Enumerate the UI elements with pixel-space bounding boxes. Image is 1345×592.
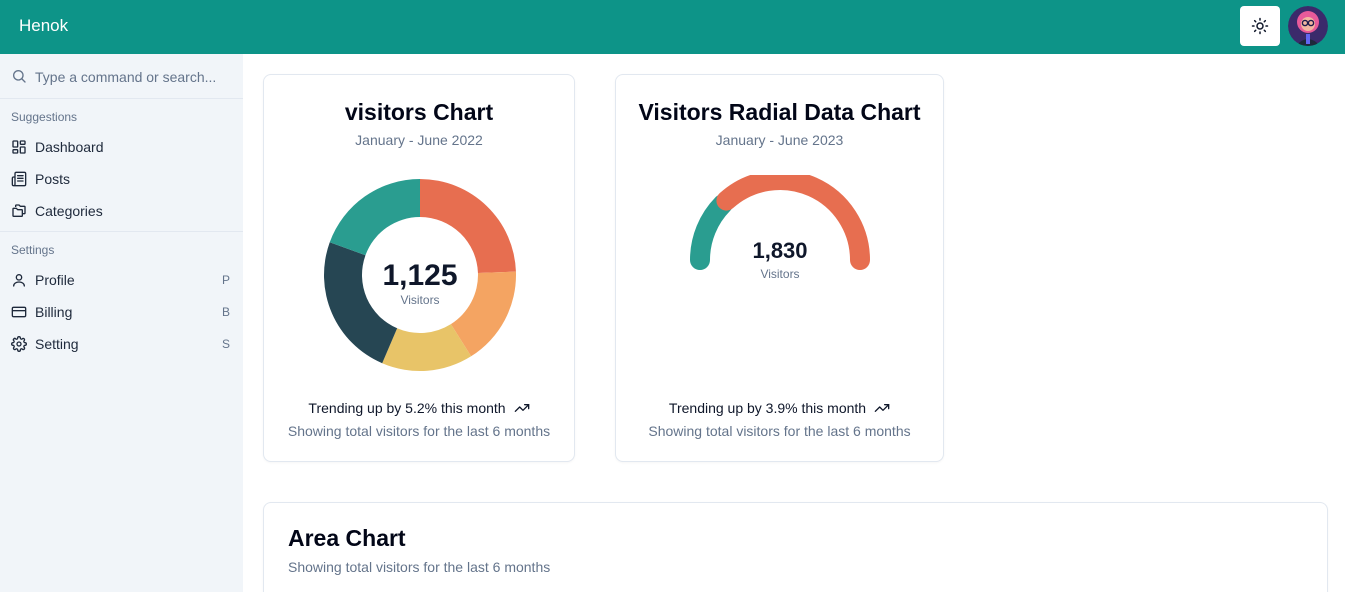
donut-chart: 1,125 Visitors xyxy=(324,179,516,371)
command-search xyxy=(0,54,243,99)
card-title: Area Chart xyxy=(288,525,406,551)
visitors-radial-card: Visitors Radial Data Chart January - Jun… xyxy=(615,74,944,462)
card-subtitle: January - June 2022 xyxy=(355,132,483,148)
sidebar-item-label: Dashboard xyxy=(35,139,104,155)
search-icon xyxy=(13,70,26,83)
radial-chart: 1,830 Visitors xyxy=(690,175,870,281)
card-subtitle: January - June 2023 xyxy=(715,132,844,148)
trend-line: Trending up by 3.9% this month xyxy=(616,400,943,416)
donut-slice-5[interactable] xyxy=(329,179,420,256)
search-input[interactable] xyxy=(35,67,235,87)
suggestions-group-label: Suggestions xyxy=(11,110,78,124)
sidebar-item-billing[interactable]: Billing B xyxy=(0,297,243,327)
posts-icon xyxy=(11,171,27,187)
card-title: Visitors Radial Data Chart xyxy=(638,99,921,125)
sidebar-item-profile[interactable]: Profile P xyxy=(0,265,243,295)
sidebar: Suggestions Dashboard Posts Categories S… xyxy=(0,54,243,592)
trending-up-icon xyxy=(514,404,529,412)
visitors-donut-card: visitors Chart January - June 2022 1,125… xyxy=(263,74,575,462)
radial-segment-1[interactable] xyxy=(690,193,733,270)
sidebar-item-posts[interactable]: Posts xyxy=(0,164,243,194)
card-subtitle: Showing total visitors for the last 6 mo… xyxy=(288,559,551,575)
trending-up-icon xyxy=(874,404,890,412)
sidebar-item-setting[interactable]: Setting S xyxy=(0,329,243,359)
user-avatar[interactable] xyxy=(1288,6,1328,46)
sidebar-item-label: Profile xyxy=(35,272,75,288)
sidebar-item-dashboard[interactable]: Dashboard xyxy=(0,132,243,162)
shortcut-key: P xyxy=(221,273,230,287)
gear-icon xyxy=(11,336,27,352)
shortcut-key: S xyxy=(221,337,230,351)
user-icon xyxy=(13,274,25,287)
dashboard-icon xyxy=(12,140,26,154)
sidebar-item-categories[interactable]: Categories xyxy=(0,196,243,226)
sidebar-item-label: Billing xyxy=(35,304,73,320)
sidebar-item-label: Categories xyxy=(35,203,103,219)
donut-center-label: Visitors xyxy=(400,293,439,307)
radial-center-label: Visitors xyxy=(760,267,799,281)
area-chart-card: Area Chart Showing total visitors for th… xyxy=(263,502,1328,592)
sidebar-item-label: Posts xyxy=(35,171,71,187)
card-title: visitors Chart xyxy=(344,99,494,125)
sidebar-item-label: Setting xyxy=(35,336,79,352)
brand-name[interactable]: Henok xyxy=(19,16,68,36)
radial-center-value: 1,830 xyxy=(752,238,807,263)
card-footnote: Showing total visitors for the last 6 mo… xyxy=(287,423,551,439)
sun-icon xyxy=(1251,17,1269,35)
categories-icon xyxy=(12,204,26,217)
theme-toggle-button[interactable] xyxy=(1240,6,1280,46)
credit-card-icon xyxy=(11,306,27,318)
trend-line: Trending up by 5.2% this month xyxy=(264,400,574,416)
shortcut-key: B xyxy=(221,305,230,319)
card-footnote: Showing total visitors for the last 6 mo… xyxy=(648,423,911,439)
top-bar: Henok xyxy=(0,0,1345,54)
trend-text: Trending up by 3.9% this month xyxy=(668,400,867,416)
trend-text: Trending up by 5.2% this month xyxy=(308,400,506,416)
donut-center-value: 1,125 xyxy=(382,259,457,292)
sidebar-divider xyxy=(0,231,243,232)
settings-group-label: Settings xyxy=(11,243,55,257)
